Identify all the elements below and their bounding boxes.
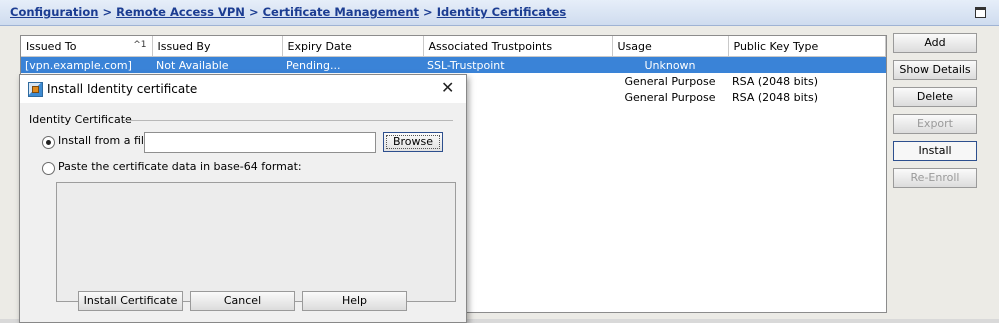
dialog-title: Install Identity certificate	[47, 82, 198, 96]
col-header-public-key-type[interactable]: Public Key Type	[728, 36, 886, 57]
install-from-file-radio[interactable]	[42, 136, 55, 149]
breadcrumb-identity-certificates[interactable]: Identity Certificates	[437, 5, 567, 19]
group-label: Identity Certificate	[29, 113, 132, 126]
file-path-input[interactable]	[144, 132, 376, 153]
cell-trustpoints: SSL-Trustpoint	[423, 56, 612, 73]
col-header-issued-by[interactable]: Issued By	[152, 36, 283, 57]
cell-usage: General Purpose	[624, 74, 716, 88]
table-header-row: Issued To ^1 Issued By Expiry Date Associ…	[21, 36, 886, 57]
install-identity-certificate-dialog: Install Identity certificate ✕ Identity …	[19, 74, 467, 323]
cell-usage: General Purpose	[624, 90, 716, 104]
dialog-titlebar[interactable]: Install Identity certificate ✕	[20, 75, 466, 103]
breadcrumb-certificate-management[interactable]: Certificate Management	[263, 5, 419, 19]
table-row[interactable]: [vpn.example.com] Not Available Pending.…	[21, 56, 886, 73]
cancel-button[interactable]: Cancel	[190, 291, 295, 311]
re-enroll-button[interactable]: Re-Enroll	[893, 168, 977, 188]
close-icon[interactable]: ✕	[441, 78, 454, 97]
maximize-icon[interactable]	[975, 7, 986, 18]
col-header-associated-trustpoints[interactable]: Associated Trustpoints	[423, 36, 613, 57]
breadcrumb-configuration[interactable]: Configuration	[10, 5, 98, 19]
cell-key-type: RSA (2048 bits)	[732, 90, 819, 104]
breadcrumb-remote-access-vpn[interactable]: Remote Access VPN	[116, 5, 245, 19]
dialog-body: Identity Certificate Install from a file…	[20, 103, 466, 322]
cell-issued-to: [vpn.example.com]	[21, 56, 152, 73]
col-header-usage[interactable]: Usage	[612, 36, 729, 57]
help-button[interactable]: Help	[302, 291, 407, 311]
install-button[interactable]: Install	[893, 141, 977, 161]
paste-base64-label[interactable]: Paste the certificate data in base-64 fo…	[58, 160, 302, 173]
breadcrumb-bar: Configuration > Remote Access VPN > Cert…	[0, 0, 999, 26]
cell-expiry-date: Pending...	[282, 56, 423, 73]
cell-usage: Unknown	[612, 56, 728, 73]
delete-button[interactable]: Delete	[893, 87, 977, 107]
add-button[interactable]: Add	[893, 33, 977, 53]
export-button[interactable]: Export	[893, 114, 977, 134]
col-header-expiry-date[interactable]: Expiry Date	[282, 36, 424, 57]
breadcrumb-separator: >	[423, 5, 433, 19]
breadcrumb-separator: >	[248, 5, 259, 19]
group-divider	[123, 120, 453, 121]
certificate-data-textarea[interactable]	[56, 182, 456, 302]
sort-ascending-icon: ^1	[133, 39, 147, 50]
install-certificate-button[interactable]: Install Certificate	[78, 291, 183, 311]
cell-issued-by: Not Available	[152, 56, 282, 73]
show-details-button[interactable]: Show Details	[893, 60, 977, 80]
certificate-icon	[28, 82, 43, 97]
cell-key-type	[728, 56, 886, 73]
breadcrumb-separator: >	[102, 5, 113, 19]
col-header-issued-to[interactable]: Issued To ^1	[21, 36, 153, 57]
install-from-file-label[interactable]: Install from a file:	[58, 134, 154, 147]
breadcrumb: Configuration > Remote Access VPN > Cert…	[10, 5, 566, 19]
paste-base64-radio[interactable]	[42, 162, 55, 175]
browse-button[interactable]: Browse	[383, 132, 443, 152]
cell-key-type: RSA (2048 bits)	[732, 74, 819, 88]
